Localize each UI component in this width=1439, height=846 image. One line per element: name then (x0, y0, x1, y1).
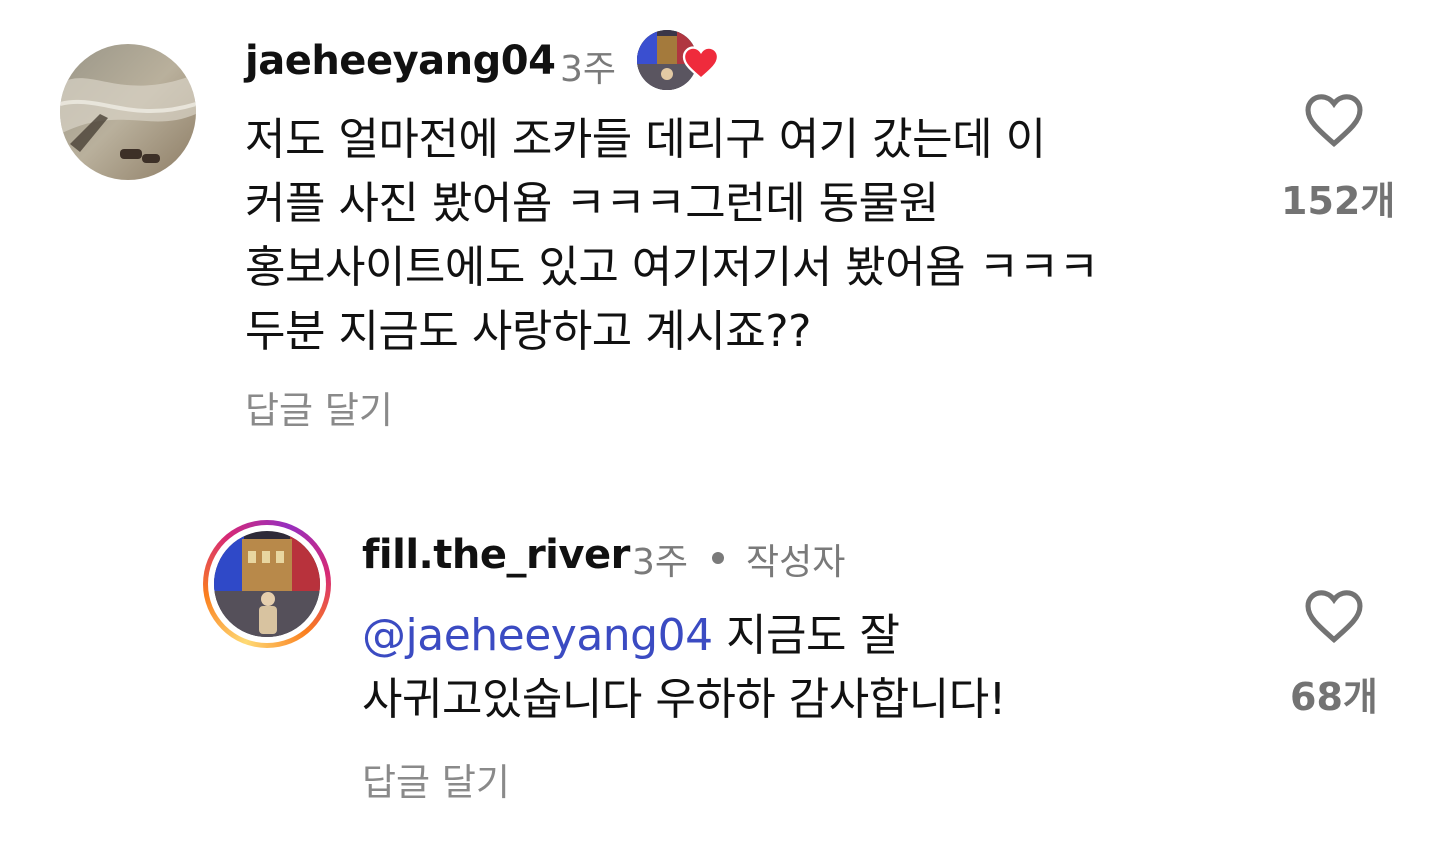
avatar (214, 531, 320, 637)
heart-outline-icon[interactable] (1303, 92, 1365, 148)
avatar[interactable] (60, 44, 196, 180)
comment-text: 저도 얼마전에 조카들 데리구 여기 갔는데 이 커플 사진 봤어욤 ㅋㅋㅋ그런… (245, 108, 1099, 364)
comment-username[interactable]: jaeheeyang04 (245, 38, 556, 84)
reply-button[interactable]: 답글 달기 (362, 752, 510, 806)
separator-dot (712, 552, 724, 564)
like-count: 152개 (1281, 179, 1396, 223)
heart-outline-icon[interactable] (1303, 588, 1365, 644)
comment-username[interactable]: fill.the_river (362, 532, 630, 578)
comment-text-segment: 지금도 잘 (712, 610, 900, 661)
comment-text-line: 사귀고있숩니다 우하하 감사합니다! (362, 674, 1006, 725)
author-label: 작성자 (746, 542, 846, 583)
comment-text-line: @jaeheeyang04 지금도 잘 (362, 604, 1006, 668)
comment-timestamp: 3주 (560, 49, 617, 90)
comment-text-line: 커플 사진 봤어욤 ㅋㅋㅋ그런데 동물원 (245, 178, 939, 229)
comment-text: @jaeheeyang04 지금도 잘 사귀고있숩니다 우하하 감사합니다! (362, 604, 1006, 732)
mention-link[interactable]: @jaeheeyang04 (362, 610, 713, 661)
comment-text-line: 홍보사이트에도 있고 여기저기서 봤어욤 ㅋㅋㅋ (245, 242, 1099, 293)
comment-text-line: 저도 얼마전에 조카들 데리구 여기 갔는데 이 (245, 114, 1046, 165)
avatar-image (60, 44, 196, 180)
comment-timestamp: 3주 (632, 542, 689, 583)
like-count: 68개 (1290, 675, 1378, 719)
comment-text-line: 두분 지금도 사랑하고 계시죠?? (245, 306, 811, 357)
reply-button[interactable]: 답글 달기 (245, 380, 393, 434)
avatar-image (214, 531, 320, 637)
comment-1: jaeheeyang04 3주 저도 얼마전에 조카들 데리구 여기 갔는데 이… (0, 0, 1439, 460)
heart-filled-icon (682, 46, 720, 80)
avatar-story-ring[interactable] (203, 520, 331, 648)
